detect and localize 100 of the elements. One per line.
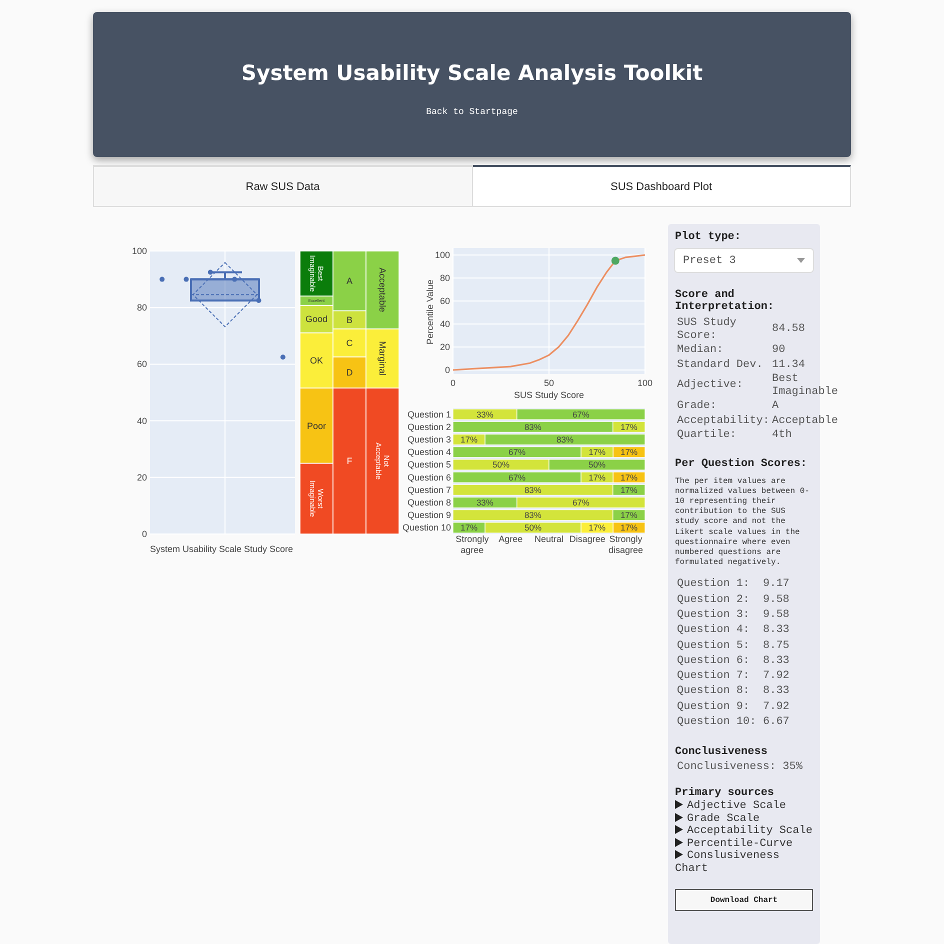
question-score: 8.33 — [763, 654, 790, 668]
page-title: System Usability Scale Analysis Toolkit — [241, 60, 703, 84]
band-label: A — [346, 276, 352, 286]
score-label: Quartile: — [677, 429, 738, 442]
question-score: 8.33 — [763, 685, 790, 698]
score-value: 90 — [772, 344, 786, 356]
section-heading: Plot type: — [675, 231, 742, 243]
band-label: OK — [310, 356, 323, 366]
axis-tick-label: 40 — [136, 416, 147, 426]
data-label: 83% — [524, 510, 542, 520]
axis-tick-label: 0 — [142, 529, 147, 539]
axis-tick-label: 100 — [132, 246, 147, 256]
score-value: A — [772, 400, 780, 412]
section-heading: Score and Interpretation: — [675, 289, 776, 313]
question-score: 9.17 — [763, 578, 790, 592]
data-label: 17% — [460, 434, 478, 444]
category-label: Question 6 — [407, 472, 451, 482]
data-label: 17% — [620, 484, 638, 495]
question-score: 9.58 — [763, 608, 790, 622]
question-label: Question 9: — [677, 700, 751, 714]
axis-title: Percentile Value — [425, 280, 435, 344]
score-label: Grade: — [677, 400, 718, 412]
question-label: Question 5: — [677, 640, 751, 653]
question-label: Question 4: — [677, 624, 751, 638]
axis-tick-label: 100 — [434, 250, 450, 260]
question-label: Question 7: — [677, 670, 751, 684]
axis-tick-label: Disagree — [569, 534, 606, 544]
data-label: 17% — [620, 510, 638, 520]
data-label: 83% — [524, 422, 542, 432]
data-label: 17% — [588, 472, 606, 482]
section-heading: Per Question Scores: — [675, 458, 808, 470]
category-label: Question 9 — [407, 510, 451, 520]
band-label: Good — [305, 314, 328, 324]
data-label: 17% — [588, 522, 606, 533]
question-label: Question 3: — [677, 608, 751, 622]
axis-tick-label: Agree — [498, 534, 523, 544]
score-label: Standard Dev. — [677, 358, 764, 371]
question-label: Question 6: — [677, 654, 751, 668]
score-value: 11.34 — [772, 358, 806, 371]
data-label: 67% — [508, 447, 526, 458]
band-label: B — [346, 314, 352, 325]
data-label: 67% — [572, 409, 590, 420]
data-label: 50% — [524, 522, 542, 533]
category-label: Question 2 — [407, 422, 451, 432]
score-label: Adjective: — [677, 379, 744, 392]
axis-title: SUS Study Score — [514, 390, 584, 400]
question-label: Question 10: — [677, 716, 758, 729]
data-label: 50% — [588, 460, 606, 470]
category-label: Question 3 — [407, 434, 451, 444]
question-score: 8.75 — [763, 640, 790, 653]
data-label: 50% — [492, 460, 510, 470]
data-label: 17% — [620, 422, 638, 432]
axis-tick-label: 20 — [136, 472, 147, 482]
axis-tick-label: 0 — [444, 365, 450, 375]
data-label: 17% — [620, 447, 638, 458]
data-label: 67% — [572, 498, 590, 508]
axis-title: System Usability Scale Study Score — [150, 544, 294, 554]
axis-tick-label: Neutral — [534, 534, 564, 544]
data-label: 83% — [524, 484, 542, 495]
note-text: The per item values are normalized values between 0-10 representing their contribution to the SUS study score and not the Likert scale values in the questionnaire where even numbered questions are formulated negatively. — [675, 476, 810, 568]
score-value: Best Imaginable — [772, 373, 838, 398]
score-label: Median: — [677, 344, 724, 356]
axis-tick-label: 50 — [544, 378, 554, 388]
axis-tick-label: 100 — [637, 378, 653, 388]
question-score: 9.58 — [763, 594, 790, 607]
data-label: 83% — [556, 434, 574, 444]
axis-tick-label: Strongly disagree — [608, 534, 644, 555]
band-label: Marginal — [377, 341, 388, 376]
data-label: 17% — [620, 472, 638, 482]
category-label: Question 5 — [407, 460, 451, 470]
section-heading: Conclusiveness — [675, 746, 768, 758]
data-label: 17% — [588, 447, 606, 458]
band-label: C — [346, 338, 353, 348]
score-value: 4th — [772, 429, 793, 442]
question-score: 6.67 — [763, 716, 790, 729]
axis-tick-label: 20 — [440, 342, 450, 352]
category-label: Question 1 — [407, 409, 451, 420]
band-label: Acceptable — [377, 268, 388, 312]
conclusiveness-text: Conclusiveness: 35% — [677, 761, 804, 773]
data-label: 33% — [476, 409, 494, 420]
band-label: D — [346, 368, 353, 378]
question-label: Question 2: — [677, 594, 751, 607]
question-label: Question 8: — [677, 685, 751, 698]
score-value: Acceptable — [772, 414, 838, 427]
data-label: 33% — [476, 498, 494, 508]
axis-tick-label: 40 — [440, 319, 450, 329]
axis-tick-label: 60 — [440, 296, 450, 306]
question-score: 7.92 — [763, 700, 790, 714]
question-score: 8.33 — [763, 624, 790, 638]
data-label: 17% — [620, 522, 638, 533]
score-label: Acceptability: — [677, 414, 770, 427]
score-label: SUS Study Score: — [677, 317, 738, 342]
data-label: 67% — [508, 472, 526, 482]
question-score: 7.92 — [763, 670, 790, 684]
axis-tick-label: 60 — [136, 359, 147, 370]
category-label: Question 8 — [407, 498, 451, 508]
axis-tick-label: 0 — [450, 378, 456, 388]
band-label: F — [346, 456, 352, 466]
axis-tick-label: 80 — [440, 273, 450, 283]
band-label: Poor — [307, 420, 326, 431]
